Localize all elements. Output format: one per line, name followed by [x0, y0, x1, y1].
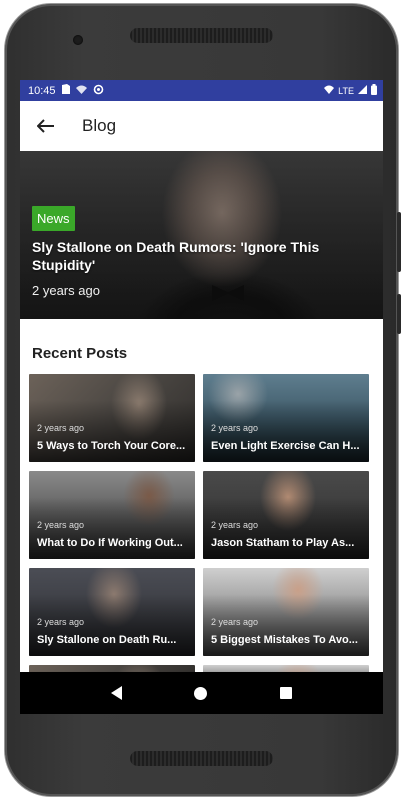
back-button[interactable] — [20, 101, 68, 151]
status-right: LTE — [324, 84, 377, 97]
post-time: 2 years ago — [211, 520, 259, 530]
power-button — [397, 212, 401, 272]
post-title: 5 Biggest Mistakes To Avo... — [211, 634, 358, 646]
network-type: LTE — [338, 85, 354, 96]
status-time: 10:45 — [28, 84, 56, 97]
nav-home-icon[interactable] — [194, 686, 208, 700]
system-nav-bar — [20, 672, 383, 714]
section-heading: Recent Posts — [32, 345, 128, 362]
post-card[interactable]: 2 years ago 5 Biggest Mistakes To Avo... — [203, 568, 369, 656]
post-title: What to Do If Working Out... — [37, 537, 183, 549]
nav-back-icon[interactable] — [111, 686, 123, 700]
featured-time: 2 years ago — [32, 283, 100, 298]
post-time: 2 years ago — [211, 423, 259, 433]
app-bar: Blog — [20, 101, 383, 151]
wifi-signal-icon — [324, 85, 335, 96]
post-title: Even Light Exercise Can H... — [211, 440, 360, 452]
post-title: 5 Ways to Torch Your Core... — [37, 440, 186, 452]
post-time: 2 years ago — [37, 520, 85, 530]
post-card[interactable]: 2 years ago Even Light Exercise Can H... — [203, 374, 369, 462]
post-card[interactable]: 2 years ago Jason Statham to Play As... — [203, 471, 369, 559]
bottom-speaker — [130, 751, 273, 766]
post-title: Jason Statham to Play As... — [211, 537, 355, 549]
battery-icon — [371, 84, 377, 97]
data-saver-icon — [93, 84, 104, 98]
featured-content: News Sly Stallone on Death Rumors: 'Igno… — [32, 206, 353, 298]
post-title: Sly Stallone on Death Ru... — [37, 634, 177, 646]
phone-frame: 10:45 LTE Blog News Sly Stallone on Deat… — [5, 4, 401, 796]
post-time: 2 years ago — [211, 617, 259, 627]
recent-posts-grid: 2 years ago 5 Ways to Torch Your Core...… — [20, 374, 383, 685]
top-speaker — [130, 28, 273, 43]
category-badge: News — [32, 206, 75, 231]
volume-button — [397, 294, 401, 334]
sim-card-icon — [61, 84, 70, 97]
post-card[interactable]: 2 years ago What to Do If Working Out... — [29, 471, 195, 559]
screen: 10:45 LTE Blog News Sly Stallone on Deat… — [20, 80, 383, 714]
post-card[interactable]: 2 years ago 5 Ways to Torch Your Core... — [29, 374, 195, 462]
front-camera — [73, 35, 83, 45]
post-card[interactable]: 2 years ago Sly Stallone on Death Ru... — [29, 568, 195, 656]
post-time: 2 years ago — [37, 617, 85, 627]
featured-post[interactable]: News Sly Stallone on Death Rumors: 'Igno… — [20, 151, 383, 319]
cell-signal-icon — [358, 85, 367, 96]
status-bar: 10:45 LTE — [20, 80, 383, 101]
page-title: Blog — [82, 116, 117, 135]
wifi-icon — [75, 85, 87, 97]
arrow-left-icon — [37, 119, 54, 133]
post-time: 2 years ago — [37, 423, 85, 433]
nav-recents-icon[interactable] — [279, 687, 292, 699]
featured-title: Sly Stallone on Death Rumors: 'Ignore Th… — [32, 239, 320, 273]
